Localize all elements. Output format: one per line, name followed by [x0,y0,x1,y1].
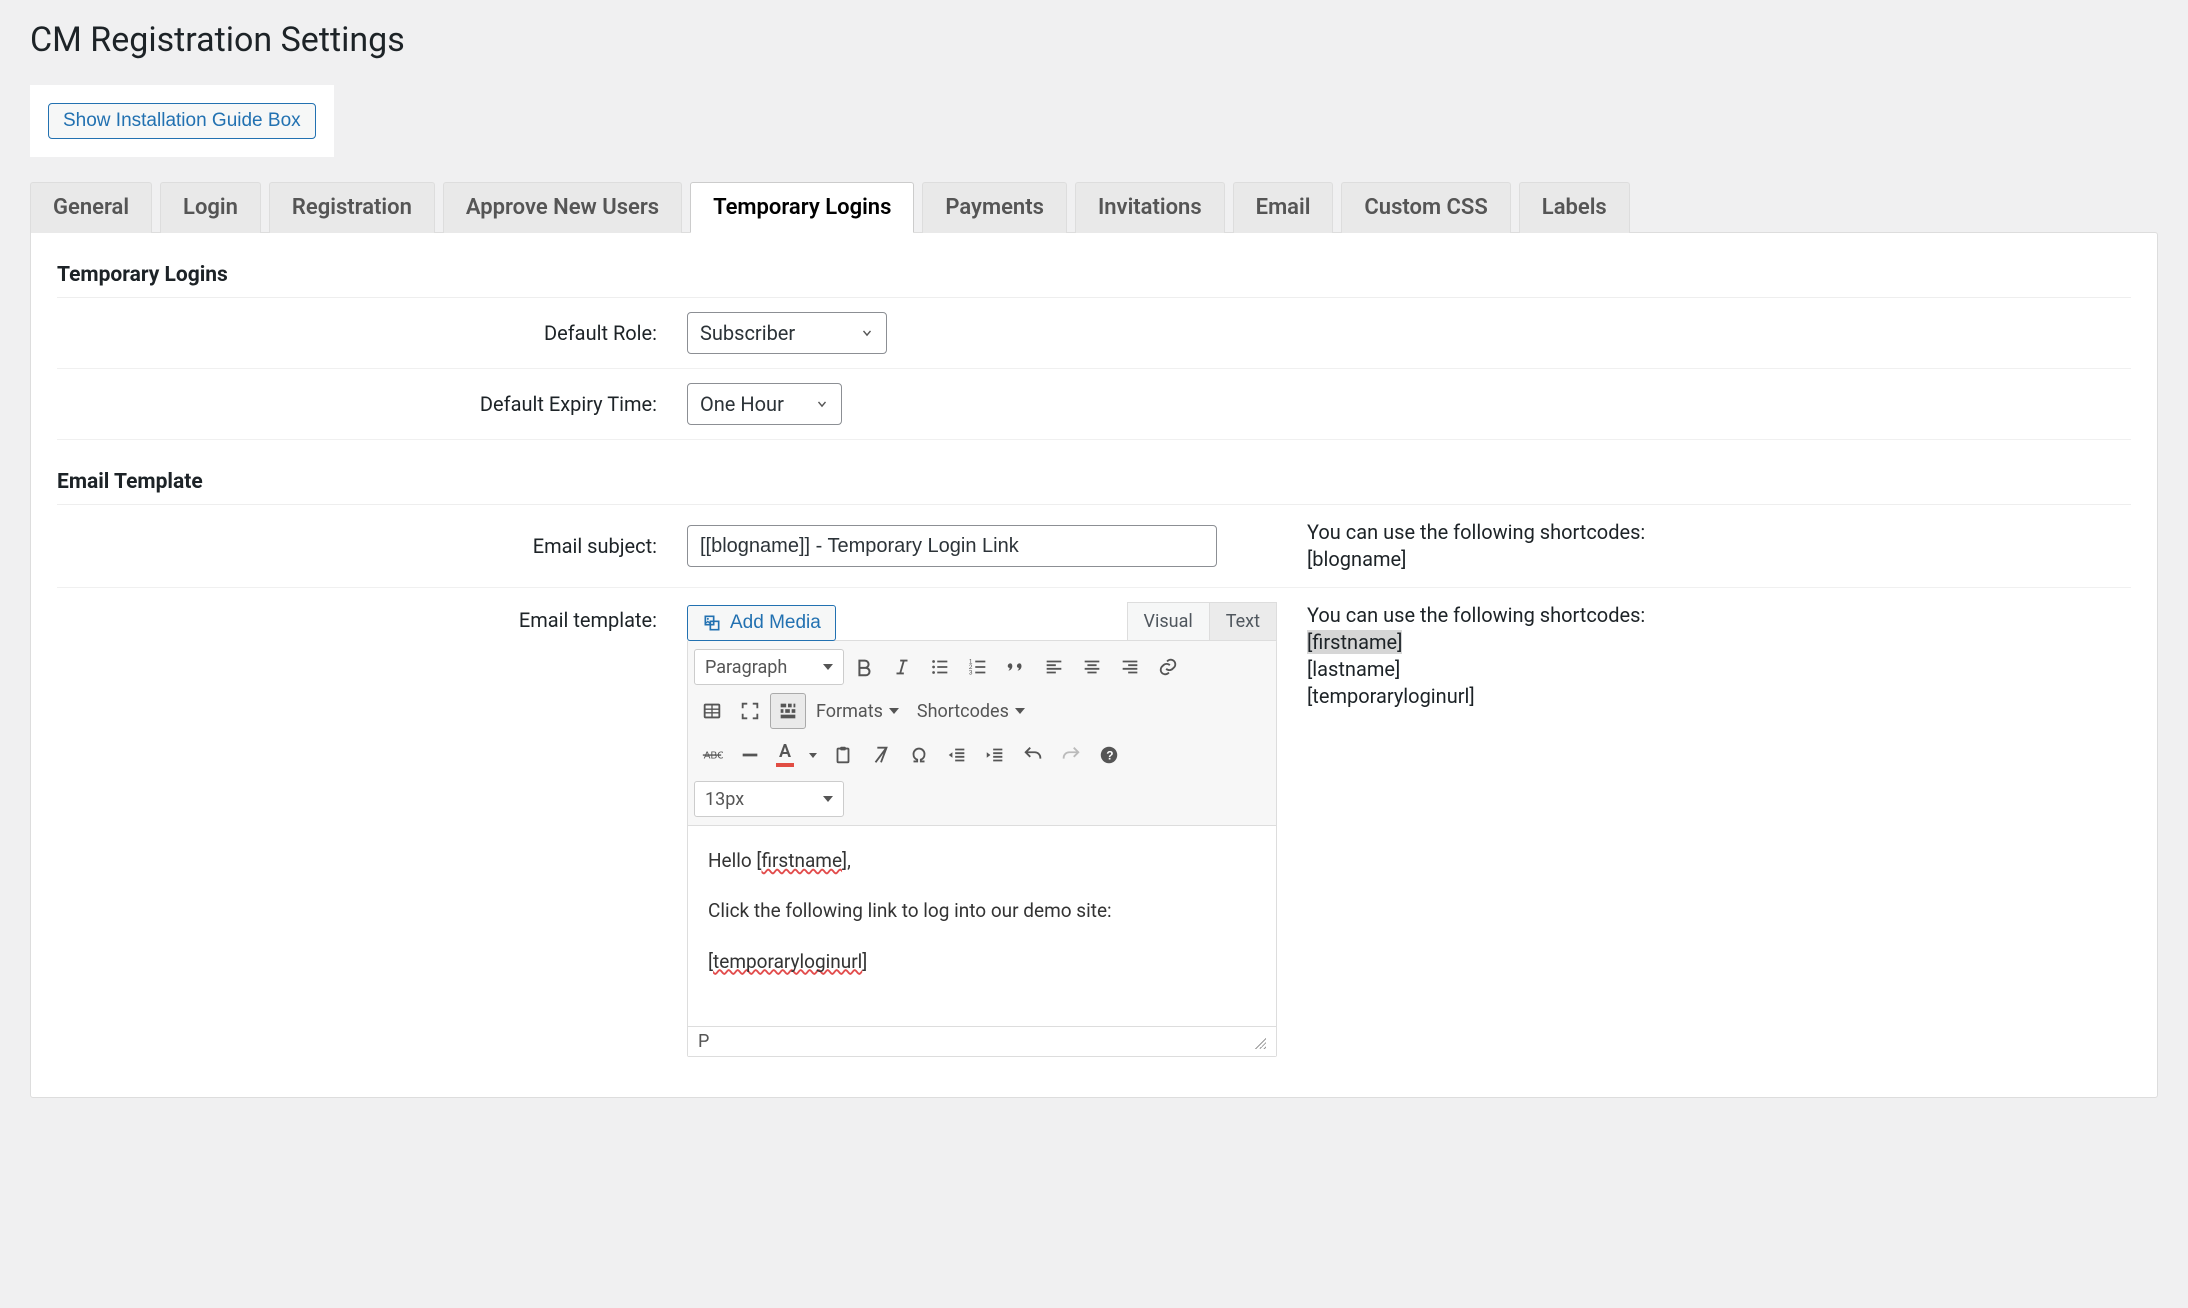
editor-line-2: Click the following link to log into our… [708,896,1256,926]
chevron-down-icon [860,326,874,340]
align-left-button[interactable] [1036,649,1072,685]
row-default-role: Default Role: Subscriber [57,298,2131,369]
add-media-button[interactable]: Add Media [687,605,836,641]
editor-mode-text[interactable]: Text [1209,602,1277,641]
show-installation-guide-button[interactable]: Show Installation Guide Box [48,103,316,139]
editor-line-1: Hello [firstname], [708,846,1256,876]
svg-text:?: ? [1106,749,1113,763]
label-email-subject: Email subject: [57,534,657,558]
row-email-subject: Email subject: You can use the following… [57,505,2131,588]
editor-status-bar: P [688,1026,1276,1056]
default-expiry-select[interactable]: One Hour [687,383,842,425]
svg-text:ABC: ABC [704,751,723,762]
row-email-template: Email template: Add Media Visual Text [57,588,2131,1071]
redo-button[interactable] [1053,737,1089,773]
tab-invitations[interactable]: Invitations [1075,182,1225,233]
guide-box-container: Show Installation Guide Box [30,85,334,157]
chevron-down-icon [823,664,833,670]
svg-text:3: 3 [969,669,973,676]
tab-general[interactable]: General [30,182,152,233]
shortcodes-dropdown[interactable]: Shortcodes [909,693,1033,729]
indent-button[interactable] [977,737,1013,773]
tab-registration[interactable]: Registration [269,182,435,233]
row-default-expiry: Default Expiry Time: One Hour [57,369,2131,440]
undo-button[interactable] [1015,737,1051,773]
settings-panel: Temporary Logins Default Role: Subscribe… [30,232,2158,1098]
insert-link-button[interactable] [1150,649,1186,685]
chevron-down-icon [815,397,829,411]
strikethrough-button[interactable]: ABC [694,737,730,773]
italic-button[interactable] [884,649,920,685]
bold-button[interactable] [846,649,882,685]
paragraph-format-select[interactable]: Paragraph [694,649,844,685]
editor-line-3: [temporaryloginurl] [708,947,1256,977]
email-subject-input[interactable] [687,525,1217,567]
editor-content[interactable]: Hello [firstname], Click the following l… [688,826,1276,1026]
outdent-button[interactable] [939,737,975,773]
horizontal-rule-button[interactable] [732,737,768,773]
blockquote-button[interactable] [998,649,1034,685]
paste-text-button[interactable] [825,737,861,773]
tab-approve-new-users[interactable]: Approve New Users [443,182,682,233]
wysiwyg-editor: Paragraph 123 [687,640,1277,1057]
settings-tabs: General Login Registration Approve New U… [30,182,2158,233]
email-template-help: You can use the following shortcodes: [f… [1307,602,2131,710]
chevron-down-icon [823,796,833,802]
chevron-down-icon [1015,708,1025,714]
tab-login[interactable]: Login [160,182,261,233]
tab-custom-css[interactable]: Custom CSS [1341,182,1510,233]
clear-formatting-button[interactable] [863,737,899,773]
formats-dropdown[interactable]: Formats [808,693,907,729]
tab-temporary-logins[interactable]: Temporary Logins [690,182,914,233]
label-email-template: Email template: [57,602,657,632]
default-expiry-value: One Hour [700,392,784,416]
help-button[interactable]: ? [1091,737,1127,773]
chevron-down-icon [889,708,899,714]
numbered-list-button[interactable]: 123 [960,649,996,685]
label-default-role: Default Role: [57,321,657,345]
table-button[interactable] [694,693,730,729]
text-color-button[interactable]: A [770,737,800,773]
default-role-value: Subscriber [700,321,795,345]
tab-payments[interactable]: Payments [922,182,1067,233]
section-title-email-template: Email Template [57,470,2131,505]
align-center-button[interactable] [1074,649,1110,685]
text-color-dropdown[interactable] [803,737,823,773]
bullet-list-button[interactable] [922,649,958,685]
editor-mode-tabs: Visual Text [1128,602,1277,641]
label-default-expiry: Default Expiry Time: [57,392,657,416]
special-character-button[interactable] [901,737,937,773]
resize-grip-icon[interactable] [1252,1035,1266,1049]
editor-mode-visual[interactable]: Visual [1127,602,1210,641]
section-title-temporary-logins: Temporary Logins [57,263,2131,298]
toolbar-toggle-button[interactable] [770,693,806,729]
fullscreen-button[interactable] [732,693,768,729]
editor-element-path: P [698,1031,709,1052]
editor-toolbar: Paragraph 123 [688,641,1276,826]
tab-email[interactable]: Email [1233,182,1334,233]
page-title: CM Registration Settings [30,20,2158,60]
font-size-select[interactable]: 13px [694,781,844,817]
align-right-button[interactable] [1112,649,1148,685]
default-role-select[interactable]: Subscriber [687,312,887,354]
tab-labels[interactable]: Labels [1519,182,1630,233]
media-icon [702,613,722,633]
email-subject-help: You can use the following shortcodes: [b… [1307,519,2131,573]
